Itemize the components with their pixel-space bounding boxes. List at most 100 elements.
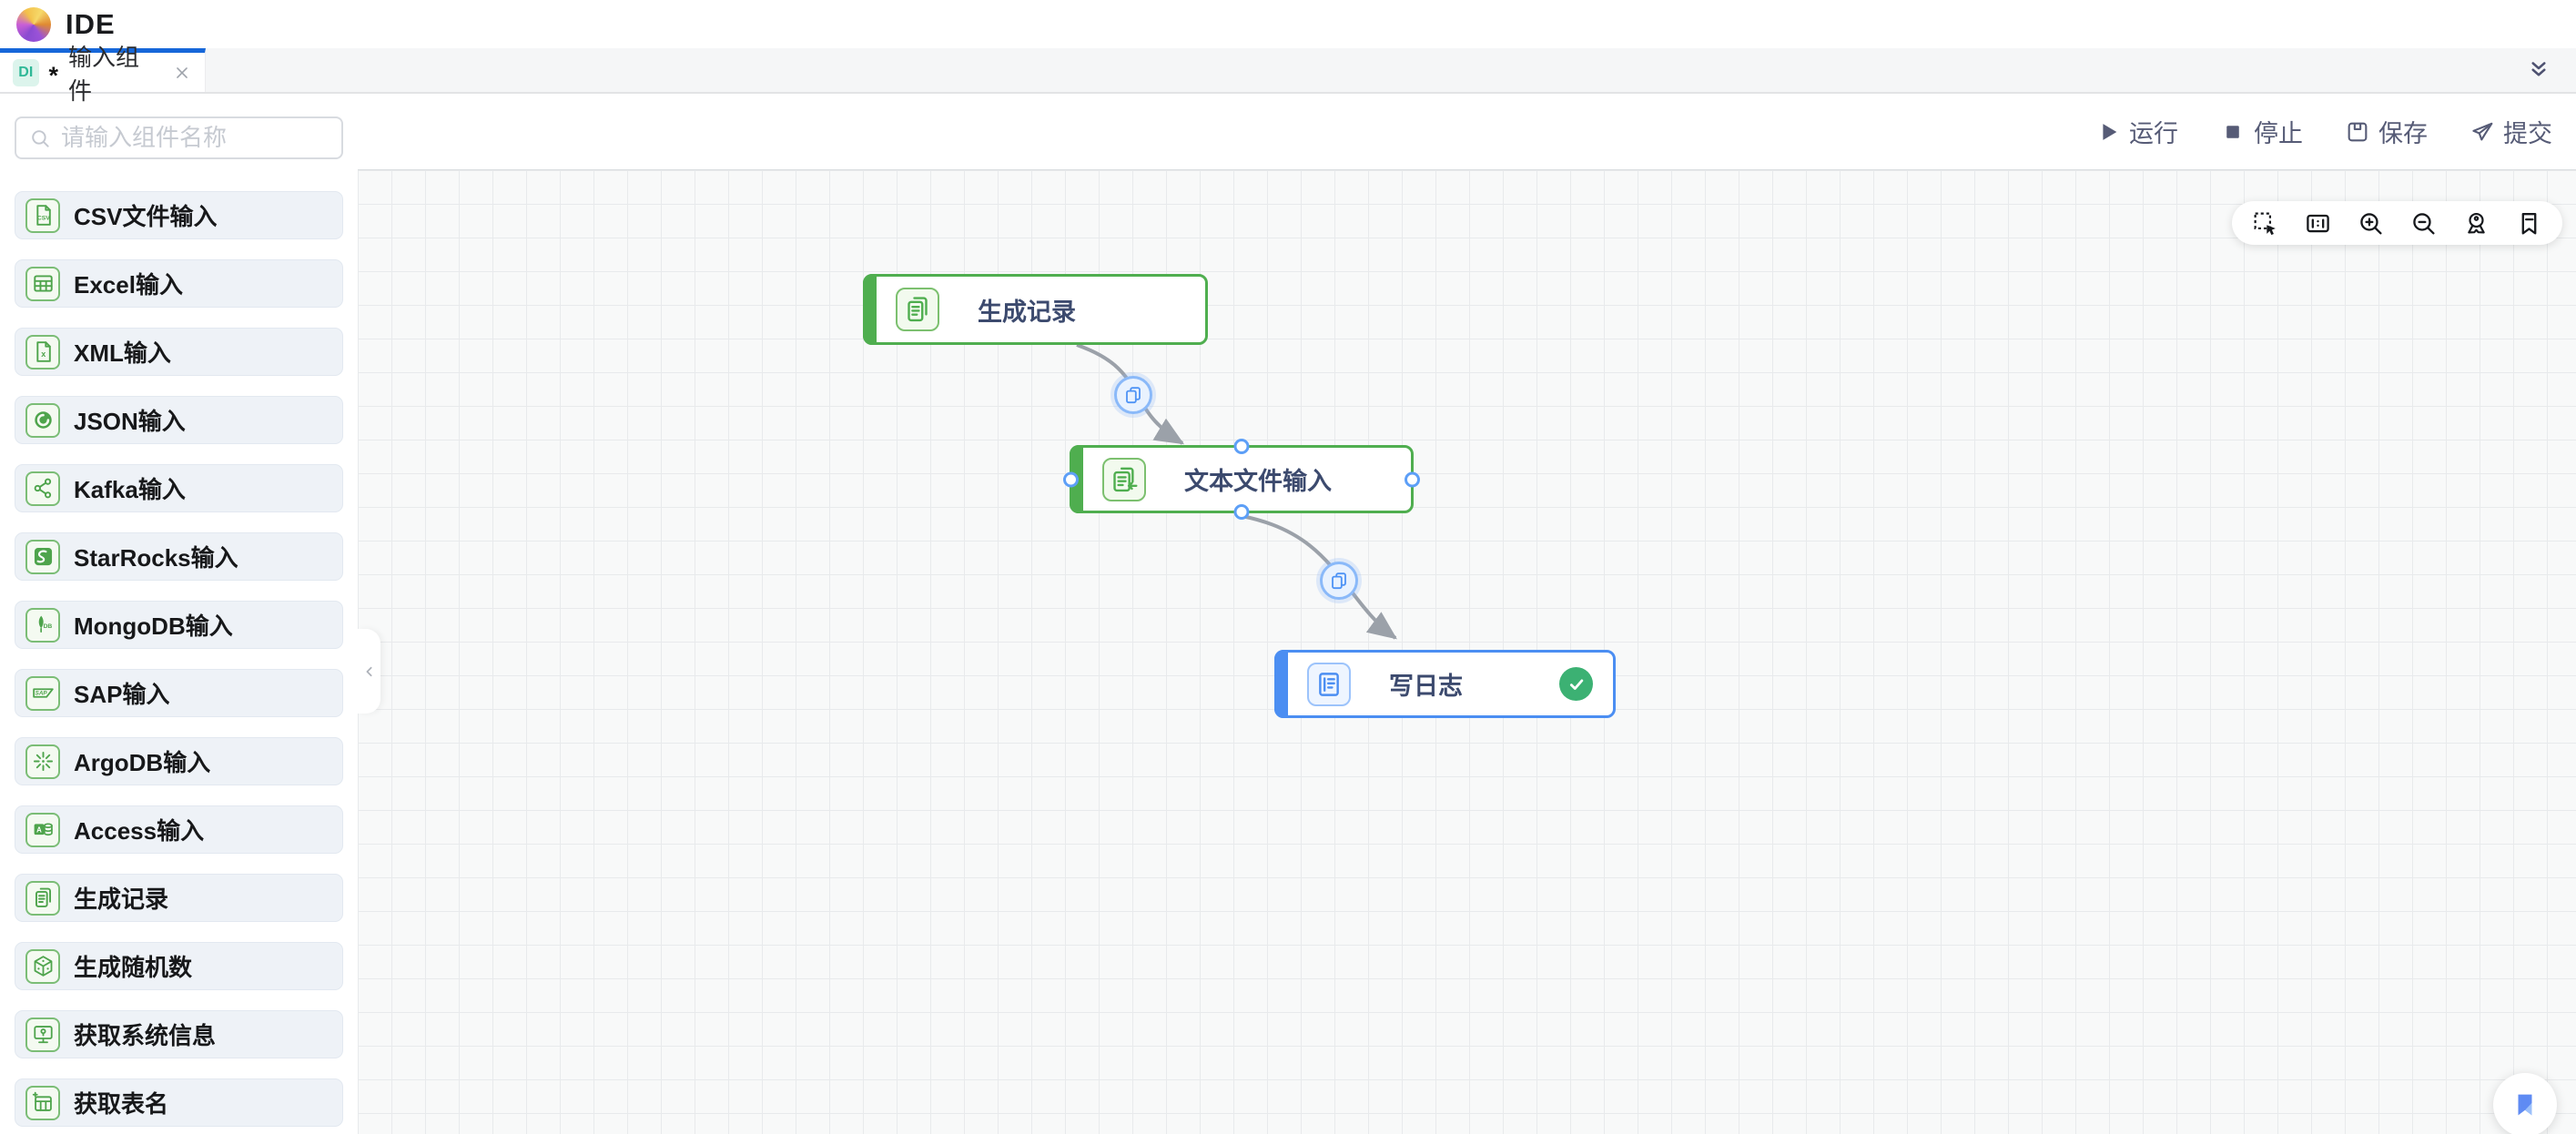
submit-button[interactable]: 提交 (2470, 114, 2552, 149)
bookmark-tool-button[interactable] (2515, 209, 2543, 238)
text-file-input-icon (1109, 464, 1140, 495)
unsaved-marker: * (49, 62, 59, 90)
access-icon (31, 817, 56, 842)
argodb-icon-box (25, 744, 60, 779)
generate-records-icon (31, 886, 56, 910)
flow-canvas[interactable]: 生成记录文本文件输入写日志 (358, 169, 2576, 1134)
bookmark-fab-button[interactable] (2493, 1073, 2557, 1134)
zoom-out-button[interactable] (2409, 209, 2438, 238)
component-item[interactable]: XML输入 (15, 328, 343, 376)
csv-file-icon (31, 203, 56, 228)
component-item-label: 生成随机数 (74, 949, 192, 983)
component-item[interactable]: MongoDB输入 (15, 601, 343, 649)
action-label: 运行 (2129, 114, 2178, 149)
marquee-select-icon (2251, 209, 2279, 238)
zoom-in-button[interactable] (2357, 209, 2385, 238)
flow-node[interactable]: 生成记录 (863, 274, 1208, 345)
component-item[interactable]: StarRocks输入 (15, 532, 343, 581)
check-icon (1565, 673, 1588, 696)
xml-file-icon-box (25, 335, 60, 370)
node-icon-box (1307, 663, 1351, 706)
system-info-icon-box (25, 1018, 60, 1052)
component-item[interactable]: Access输入 (15, 805, 343, 854)
write-log-icon (1313, 669, 1344, 700)
component-item[interactable]: 获取系统信息 (15, 1010, 343, 1058)
node-icon-box (896, 288, 939, 331)
double-chevron-down-icon[interactable] (2525, 56, 2552, 88)
component-item-label: Access输入 (74, 813, 204, 846)
tab-type-badge: DI (13, 59, 39, 86)
zoom-reset-1to1-button[interactable] (2304, 209, 2332, 238)
generate-records-icon (902, 294, 933, 325)
tab-input-components[interactable]: DI * 输入组件 (0, 48, 206, 92)
component-item[interactable]: ArgoDB输入 (15, 737, 343, 785)
marquee-select-button[interactable] (2251, 209, 2279, 238)
port-right[interactable] (1405, 471, 1420, 487)
excel-icon (31, 271, 56, 296)
component-sidebar: CSV文件输入 Excel输入 XML输入 JSON输入 Kafka输入 StarRock… (0, 94, 358, 1134)
component-item[interactable]: 生成随机数 (15, 942, 343, 990)
excel-icon-box (25, 267, 60, 301)
component-item-label: StarRocks输入 (74, 540, 238, 573)
edge-copy-badge[interactable] (1320, 562, 1358, 600)
one-to-one-icon (2304, 209, 2332, 238)
stop-icon (2220, 119, 2246, 145)
success-status-badge (1559, 667, 1593, 701)
component-item[interactable]: 获取表名 (15, 1078, 343, 1127)
locate-button[interactable] (2462, 209, 2490, 238)
component-item-label: XML输入 (74, 335, 171, 369)
generate-records-icon-box (25, 881, 60, 916)
node-accent-bar (1274, 650, 1288, 718)
json-icon-box (25, 403, 60, 438)
action-bar: 运行 停止 保存 提交 (358, 94, 2576, 169)
mongodb-icon (31, 613, 56, 637)
action-label: 保存 (2378, 114, 2428, 149)
random-number-icon-box (25, 949, 60, 984)
app-header: IDE (0, 0, 2576, 48)
node-icon-box (1102, 458, 1146, 501)
edge[interactable] (1242, 516, 1395, 638)
sap-icon-box (25, 676, 60, 711)
component-item-label: JSON输入 (74, 403, 186, 437)
sidebar-collapse-handle[interactable] (358, 629, 380, 714)
component-item-label: Kafka输入 (74, 471, 186, 505)
kafka-icon-box (25, 471, 60, 506)
table-name-icon (31, 1090, 56, 1115)
flow-node[interactable]: 写日志 (1274, 650, 1616, 718)
mongodb-icon-box (25, 608, 60, 643)
tab-close-icon[interactable] (172, 63, 192, 83)
chevron-left-icon (360, 662, 380, 682)
component-item-label: MongoDB输入 (74, 608, 233, 642)
json-icon (31, 408, 56, 432)
component-item-label: 获取表名 (74, 1086, 168, 1119)
port-bottom[interactable] (1234, 504, 1250, 520)
search-input[interactable] (61, 124, 366, 152)
port-left[interactable] (1063, 471, 1079, 487)
component-item[interactable]: Excel输入 (15, 259, 343, 308)
copy-icon (1122, 384, 1144, 406)
component-item-label: ArgoDB输入 (74, 744, 210, 778)
component-item-label: Excel输入 (74, 267, 183, 300)
zoom-in-icon (2357, 209, 2385, 238)
search-icon (28, 127, 52, 150)
port-top[interactable] (1234, 439, 1250, 454)
edge-copy-badge[interactable] (1114, 376, 1152, 414)
app-title: IDE (66, 8, 116, 41)
component-item[interactable]: JSON输入 (15, 396, 343, 444)
copy-icon (1328, 570, 1350, 592)
run-button[interactable]: 运行 (2095, 114, 2178, 149)
canvas-toolbar (2232, 201, 2562, 245)
node-title: 生成记录 (978, 292, 1076, 328)
component-item[interactable]: Kafka输入 (15, 464, 343, 512)
stop-button[interactable]: 停止 (2220, 114, 2303, 149)
node-accent-bar (863, 274, 877, 345)
component-item-label: 生成记录 (74, 881, 168, 915)
component-search[interactable] (15, 116, 343, 159)
component-item[interactable]: SAP输入 (15, 669, 343, 717)
component-item[interactable]: CSV文件输入 (15, 191, 343, 239)
locate-icon (2462, 209, 2490, 238)
kafka-icon (31, 476, 56, 501)
component-item[interactable]: 生成记录 (15, 874, 343, 922)
flow-node[interactable]: 文本文件输入 (1070, 445, 1414, 513)
save-button[interactable]: 保存 (2345, 114, 2428, 149)
